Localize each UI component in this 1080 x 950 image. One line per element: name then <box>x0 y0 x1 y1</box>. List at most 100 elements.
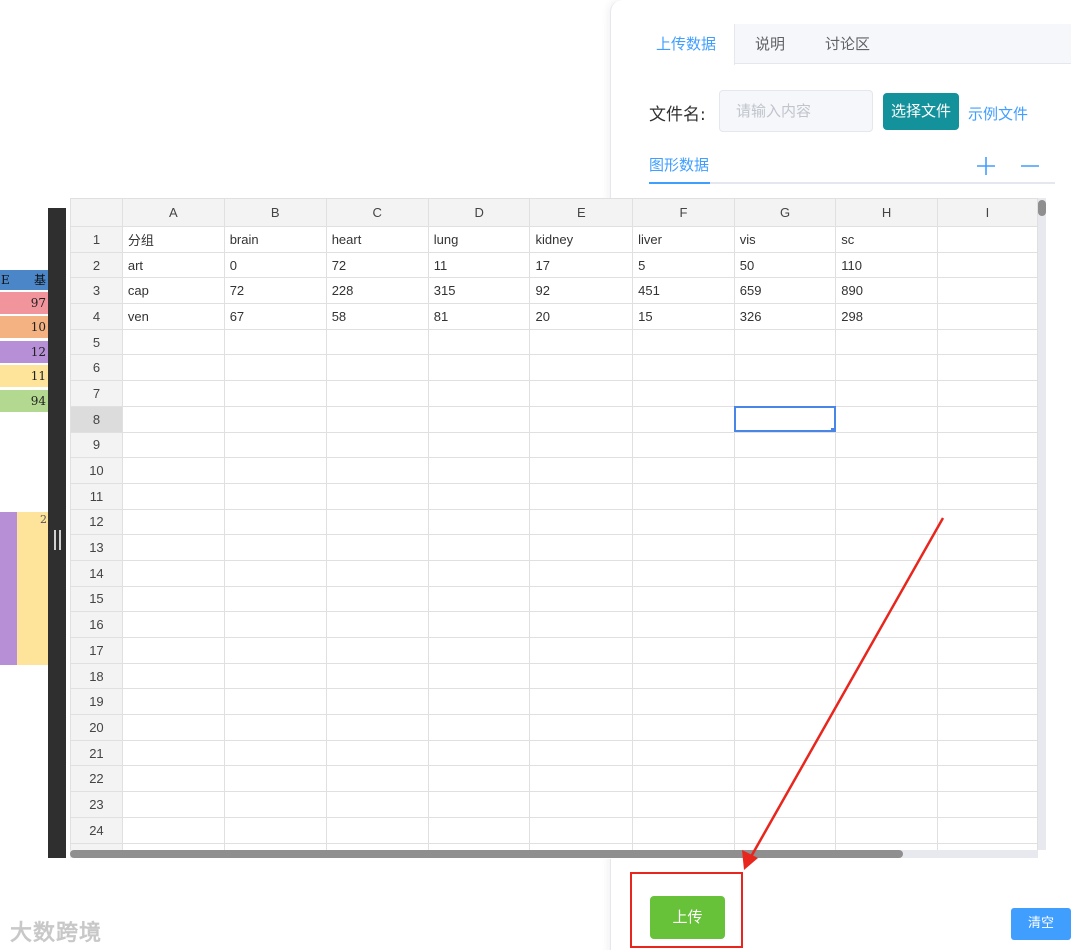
table-cell[interactable] <box>121 354 225 382</box>
table-cell[interactable] <box>936 354 1038 382</box>
table-cell[interactable] <box>427 457 531 484</box>
table-cell[interactable] <box>733 662 837 690</box>
table-cell[interactable] <box>835 637 938 664</box>
row-header[interactable]: 19 <box>70 688 123 716</box>
column-header[interactable]: F <box>632 198 735 227</box>
table-cell[interactable] <box>427 482 531 510</box>
table-cell[interactable] <box>223 534 327 561</box>
table-cell[interactable] <box>835 508 938 536</box>
table-cell[interactable] <box>427 739 531 767</box>
table-cell[interactable] <box>427 354 531 382</box>
plus-icon[interactable] <box>975 155 997 177</box>
table-cell[interactable]: 890 <box>835 277 938 305</box>
table-cell[interactable]: cap <box>121 277 225 305</box>
row-header[interactable]: 18 <box>70 662 123 690</box>
table-cell[interactable] <box>936 534 1038 561</box>
table-cell[interactable] <box>835 739 938 767</box>
table-cell[interactable] <box>325 816 429 844</box>
table-cell[interactable] <box>835 816 938 844</box>
table-cell[interactable] <box>427 765 531 793</box>
table-cell[interactable] <box>121 380 225 407</box>
table-cell[interactable] <box>325 431 429 459</box>
table-cell[interactable] <box>733 559 837 587</box>
vertical-scrollbar[interactable] <box>1038 198 1046 850</box>
table-cell[interactable] <box>427 662 531 690</box>
table-cell[interactable] <box>121 457 225 484</box>
table-cell[interactable] <box>427 380 531 407</box>
table-cell[interactable] <box>529 842 634 850</box>
table-cell[interactable] <box>325 739 429 767</box>
table-cell[interactable] <box>223 380 327 407</box>
table-cell[interactable] <box>529 688 634 716</box>
table-cell[interactable] <box>121 328 225 356</box>
row-header[interactable]: 9 <box>70 431 123 459</box>
table-cell[interactable] <box>632 328 735 356</box>
table-cell[interactable] <box>733 842 837 850</box>
table-cell[interactable]: 228 <box>325 277 429 305</box>
table-cell[interactable] <box>632 791 735 818</box>
table-cell[interactable] <box>632 457 735 484</box>
table-cell[interactable] <box>936 559 1038 587</box>
column-header[interactable]: A <box>121 198 225 227</box>
table-cell[interactable] <box>632 688 735 716</box>
table-cell[interactable] <box>936 328 1038 356</box>
table-cell[interactable] <box>733 765 837 793</box>
row-header[interactable]: 25 <box>70 842 123 850</box>
column-header[interactable]: C <box>325 198 429 227</box>
table-cell[interactable] <box>529 328 634 356</box>
row-header[interactable]: 17 <box>70 637 123 664</box>
table-cell[interactable] <box>835 457 938 484</box>
table-cell[interactable] <box>529 739 634 767</box>
table-cell[interactable] <box>223 791 327 818</box>
row-header[interactable]: 1 <box>70 226 123 253</box>
table-cell[interactable] <box>223 508 327 536</box>
table-cell[interactable] <box>936 765 1038 793</box>
table-cell[interactable] <box>936 842 1038 850</box>
filename-input[interactable] <box>719 90 873 132</box>
table-cell[interactable]: 72 <box>223 277 327 305</box>
row-header[interactable]: 16 <box>70 611 123 638</box>
table-cell[interactable] <box>733 611 837 638</box>
table-cell[interactable] <box>223 765 327 793</box>
minus-icon[interactable] <box>1019 155 1041 177</box>
table-cell[interactable] <box>427 688 531 716</box>
clear-button[interactable]: 清空 <box>1011 908 1071 940</box>
table-cell[interactable] <box>632 405 735 433</box>
table-cell[interactable]: 67 <box>223 303 327 330</box>
table-cell[interactable] <box>325 328 429 356</box>
table-cell[interactable] <box>223 662 327 690</box>
table-cell[interactable]: 72 <box>325 251 429 279</box>
table-cell[interactable] <box>121 405 225 433</box>
table-cell[interactable] <box>835 662 938 690</box>
row-header[interactable]: 4 <box>70 303 123 330</box>
row-header[interactable]: 15 <box>70 585 123 613</box>
column-header[interactable]: B <box>223 198 327 227</box>
table-cell[interactable] <box>223 585 327 613</box>
table-cell[interactable] <box>121 765 225 793</box>
table-cell[interactable] <box>936 637 1038 664</box>
table-cell[interactable] <box>632 739 735 767</box>
table-cell[interactable] <box>325 380 429 407</box>
horizontal-scrollbar[interactable] <box>70 850 1038 858</box>
table-cell[interactable] <box>529 662 634 690</box>
table-cell[interactable] <box>936 251 1038 279</box>
table-cell[interactable]: 0 <box>223 251 327 279</box>
table-cell[interactable] <box>427 842 531 850</box>
table-cell[interactable]: sc <box>835 226 938 253</box>
row-header[interactable]: 2 <box>70 251 123 279</box>
table-cell[interactable] <box>632 585 735 613</box>
table-cell[interactable] <box>835 765 938 793</box>
table-cell[interactable] <box>733 431 837 459</box>
table-cell[interactable] <box>121 816 225 844</box>
column-header[interactable]: H <box>835 198 938 227</box>
table-cell[interactable] <box>325 508 429 536</box>
table-cell[interactable] <box>936 380 1038 407</box>
table-cell[interactable]: 分组 <box>121 226 225 253</box>
table-cell[interactable] <box>223 559 327 587</box>
table-cell[interactable] <box>529 482 634 510</box>
table-cell[interactable]: 17 <box>529 251 634 279</box>
table-cell[interactable] <box>936 662 1038 690</box>
table-cell[interactable] <box>223 457 327 484</box>
table-cell[interactable] <box>223 688 327 716</box>
splitter-handle[interactable] <box>48 208 66 858</box>
